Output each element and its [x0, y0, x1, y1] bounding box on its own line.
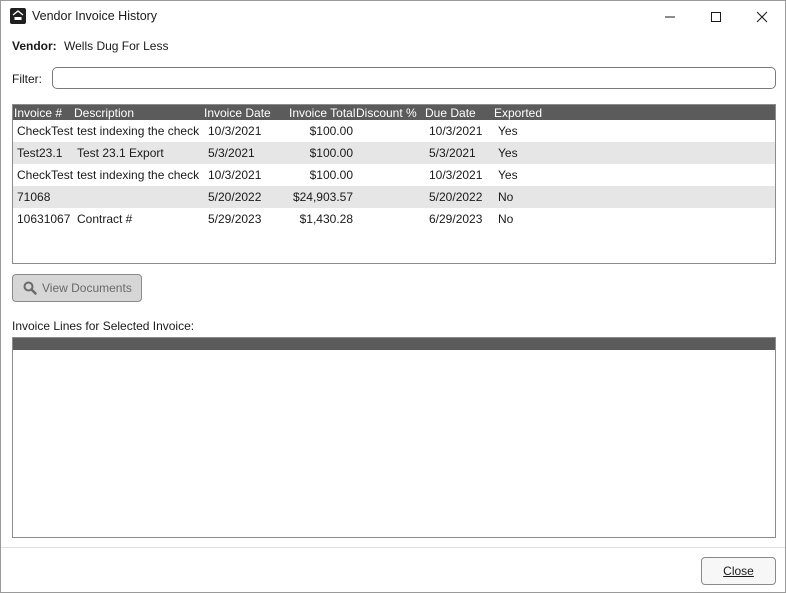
filter-label: Filter:: [12, 72, 42, 86]
title-bar: Vendor Invoice History: [1, 1, 785, 32]
vendor-label: Vendor:: [12, 39, 57, 53]
cell-exported: No: [498, 212, 514, 226]
close-button-label: Close: [723, 564, 754, 578]
cell-invoice-date: 5/20/2022: [208, 190, 262, 204]
cell-due-date: 10/3/2021: [429, 124, 483, 138]
minimize-button[interactable]: [647, 1, 693, 32]
cell-exported: Yes: [498, 168, 518, 182]
cell-due-date: 6/29/2023: [429, 212, 483, 226]
table-row[interactable]: CheckTest test indexing the check 10/3/2…: [13, 164, 775, 186]
cell-description: test indexing the check: [77, 168, 200, 182]
close-button[interactable]: Close: [701, 557, 776, 585]
column-header-invoice-total[interactable]: Invoice Total: [289, 106, 356, 120]
cell-invoice-date: 10/3/2021: [208, 168, 262, 182]
cell-exported: No: [498, 190, 514, 204]
table-row[interactable]: 10631067 Contract # 5/29/2023 $1,430.28 …: [13, 208, 775, 230]
column-header-invoice-date[interactable]: Invoice Date: [204, 106, 271, 120]
cell-invoice-total: $100.00: [309, 124, 353, 138]
window-close-button[interactable]: [739, 1, 785, 32]
cell-invoice-total: $100.00: [309, 168, 353, 182]
view-documents-label: View Documents: [42, 281, 132, 295]
cell-invoice-number: Test23.1: [17, 146, 63, 160]
column-header-invoice-number[interactable]: Invoice #: [14, 106, 62, 120]
cell-description: test indexing the check: [77, 124, 200, 138]
cell-invoice-date: 5/29/2023: [208, 212, 262, 226]
cell-invoice-date: 5/3/2021: [208, 146, 255, 160]
cell-invoice-total: $1,430.28: [299, 212, 353, 226]
invoice-lines-label: Invoice Lines for Selected Invoice:: [12, 319, 195, 333]
cell-invoice-date: 10/3/2021: [208, 124, 262, 138]
column-header-description[interactable]: Description: [74, 106, 134, 120]
invoice-lines-header: [13, 338, 775, 350]
invoice-lines-grid[interactable]: [12, 337, 776, 538]
filter-input[interactable]: [52, 67, 776, 89]
invoice-grid-header: Invoice # Description Invoice Date Invoi…: [13, 105, 775, 120]
vendor-invoice-history-window: Vendor Invoice History Vendor: Wells Dug…: [0, 0, 786, 593]
footer-bar: [1, 548, 785, 592]
column-header-exported[interactable]: Exported: [494, 106, 542, 120]
maximize-icon: [711, 11, 721, 22]
vendor-name: Wells Dug For Less: [64, 39, 169, 53]
column-header-discount[interactable]: Discount %: [356, 106, 417, 120]
search-icon: [23, 281, 37, 295]
cell-due-date: 10/3/2021: [429, 168, 483, 182]
maximize-button[interactable]: [693, 1, 739, 32]
cell-due-date: 5/20/2022: [429, 190, 483, 204]
cell-invoice-number: CheckTest: [17, 124, 74, 138]
cell-invoice-number: 10631067: [17, 212, 71, 226]
table-row[interactable]: Test23.1 Test 23.1 Export 5/3/2021 $100.…: [13, 142, 775, 164]
table-row[interactable]: 71068 5/20/2022 $24,903.57 5/20/2022 No: [13, 186, 775, 208]
close-icon: [756, 11, 768, 22]
view-documents-button[interactable]: View Documents: [12, 274, 142, 302]
minimize-icon: [665, 16, 675, 17]
cell-exported: Yes: [498, 146, 518, 160]
app-logo-icon: [10, 8, 26, 24]
cell-invoice-number: CheckTest: [17, 168, 74, 182]
cell-exported: Yes: [498, 124, 518, 138]
table-row[interactable]: CheckTest test indexing the check 10/3/2…: [13, 120, 775, 142]
cell-description: Test 23.1 Export: [77, 146, 164, 160]
cell-invoice-total: $24,903.57: [292, 190, 353, 204]
cell-due-date: 5/3/2021: [429, 146, 476, 160]
window-title: Vendor Invoice History: [32, 9, 158, 23]
cell-invoice-number: 71068: [17, 190, 51, 204]
invoice-grid[interactable]: Invoice # Description Invoice Date Invoi…: [12, 104, 776, 264]
cell-invoice-total: $100.00: [309, 146, 353, 160]
column-header-due-date[interactable]: Due Date: [425, 106, 476, 120]
cell-description: Contract #: [77, 212, 133, 226]
